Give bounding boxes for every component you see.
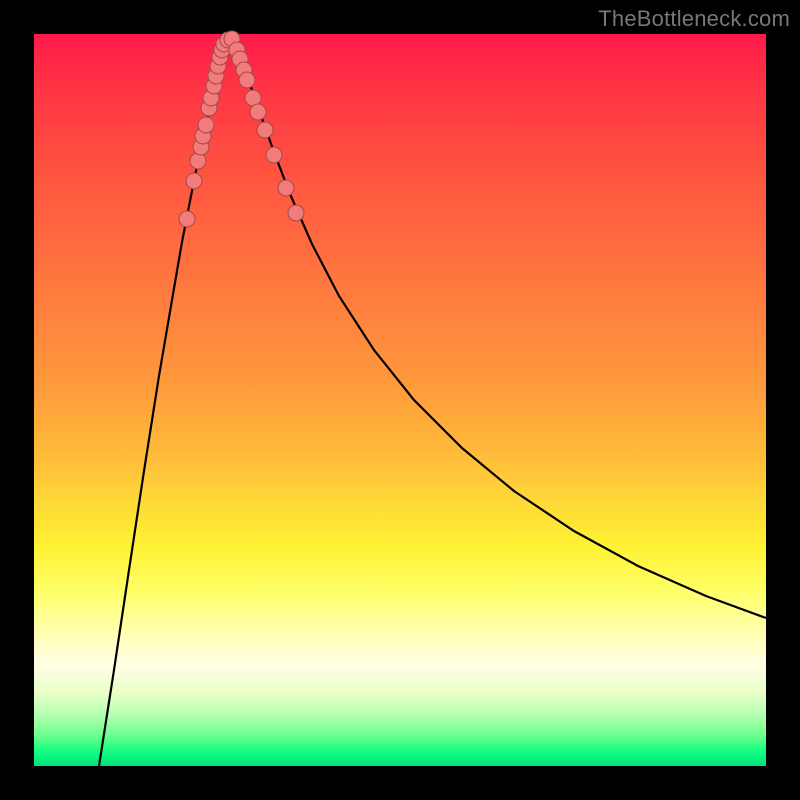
chart-frame: TheBottleneck.com — [0, 0, 800, 800]
data-dot — [186, 173, 202, 189]
chart-svg — [34, 34, 766, 766]
data-dot — [239, 72, 255, 88]
data-dot — [266, 147, 282, 163]
data-dots — [179, 31, 304, 227]
data-dot — [250, 104, 266, 120]
data-dot — [179, 211, 195, 227]
data-dot — [288, 205, 304, 221]
data-dot — [190, 153, 206, 169]
curve-right — [234, 42, 766, 618]
data-dot — [257, 122, 273, 138]
watermark-text: TheBottleneck.com — [598, 6, 790, 32]
chart-plot-area — [34, 34, 766, 766]
data-dot — [198, 117, 214, 133]
data-dot — [278, 180, 294, 196]
